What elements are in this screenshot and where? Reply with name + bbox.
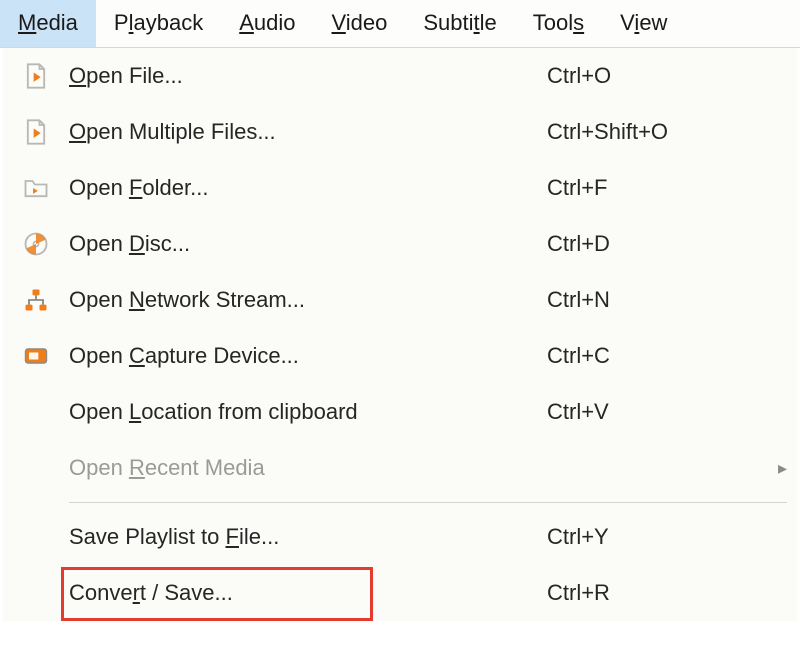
menu-item-shortcut: Ctrl+O — [547, 63, 767, 89]
file-play-icon — [11, 118, 61, 146]
menu-separator — [69, 502, 787, 503]
menu-item-open-recent-media: Open Recent Media ▸ — [3, 440, 797, 496]
submenu-arrow-icon: ▸ — [767, 458, 787, 479]
menu-item-label: Open Location from clipboard — [61, 399, 547, 425]
menubar-item-media[interactable]: Media — [0, 0, 96, 47]
menu-item-shortcut: Ctrl+D — [547, 231, 767, 257]
menubar-item-subtitle[interactable]: Subtitle — [405, 0, 514, 47]
menubar: MediaPlaybackAudioVideoSubtitleToolsView — [0, 0, 800, 48]
menu-item-open-folder[interactable]: Open Folder...Ctrl+F — [3, 160, 797, 216]
menu-item-label: Open Folder... — [61, 175, 547, 201]
menubar-item-video[interactable]: Video — [314, 0, 406, 47]
menu-item-open-location-from-clipboard[interactable]: Open Location from clipboardCtrl+V — [3, 384, 797, 440]
menu-item-shortcut: Ctrl+N — [547, 287, 767, 313]
menubar-item-tools[interactable]: Tools — [515, 0, 602, 47]
menu-item-open-network-stream[interactable]: Open Network Stream...Ctrl+N — [3, 272, 797, 328]
menu-item-shortcut: Ctrl+F — [547, 175, 767, 201]
menu-item-label: Open Recent Media — [61, 455, 547, 481]
menubar-item-playback[interactable]: Playback — [96, 0, 221, 47]
menu-item-open-capture-device[interactable]: Open Capture Device...Ctrl+C — [3, 328, 797, 384]
file-play-icon — [11, 62, 61, 90]
menu-item-label: Open Multiple Files... — [61, 119, 547, 145]
menu-item-shortcut: Ctrl+V — [547, 399, 767, 425]
menu-item-label: Open Capture Device... — [61, 343, 547, 369]
disc-icon — [11, 230, 61, 258]
menu-item-shortcut: Ctrl+Shift+O — [547, 119, 767, 145]
menu-item-label: Convert / Save... — [61, 580, 547, 606]
menu-item-convert-save[interactable]: Convert / Save...Ctrl+R — [3, 565, 797, 621]
menubar-item-audio[interactable]: Audio — [221, 0, 313, 47]
menu-item-label: Open Network Stream... — [61, 287, 547, 313]
menubar-item-view[interactable]: View — [602, 0, 685, 47]
menu-item-label: Open Disc... — [61, 231, 547, 257]
menu-item-save-playlist-to-file[interactable]: Save Playlist to File...Ctrl+Y — [3, 509, 797, 565]
media-dropdown-menu: Open File...Ctrl+OOpen Multiple Files...… — [3, 48, 797, 621]
menu-item-shortcut: Ctrl+C — [547, 343, 767, 369]
menu-item-label: Save Playlist to File... — [61, 524, 547, 550]
capture-icon — [11, 342, 61, 370]
menu-item-shortcut: Ctrl+R — [547, 580, 767, 606]
menu-item-label: Open File... — [61, 63, 547, 89]
menu-item-open-multiple-files[interactable]: Open Multiple Files...Ctrl+Shift+O — [3, 104, 797, 160]
menu-item-open-file[interactable]: Open File...Ctrl+O — [3, 48, 797, 104]
menu-item-open-disc[interactable]: Open Disc...Ctrl+D — [3, 216, 797, 272]
menu-item-shortcut: Ctrl+Y — [547, 524, 767, 550]
folder-icon — [11, 174, 61, 202]
network-icon — [11, 286, 61, 314]
